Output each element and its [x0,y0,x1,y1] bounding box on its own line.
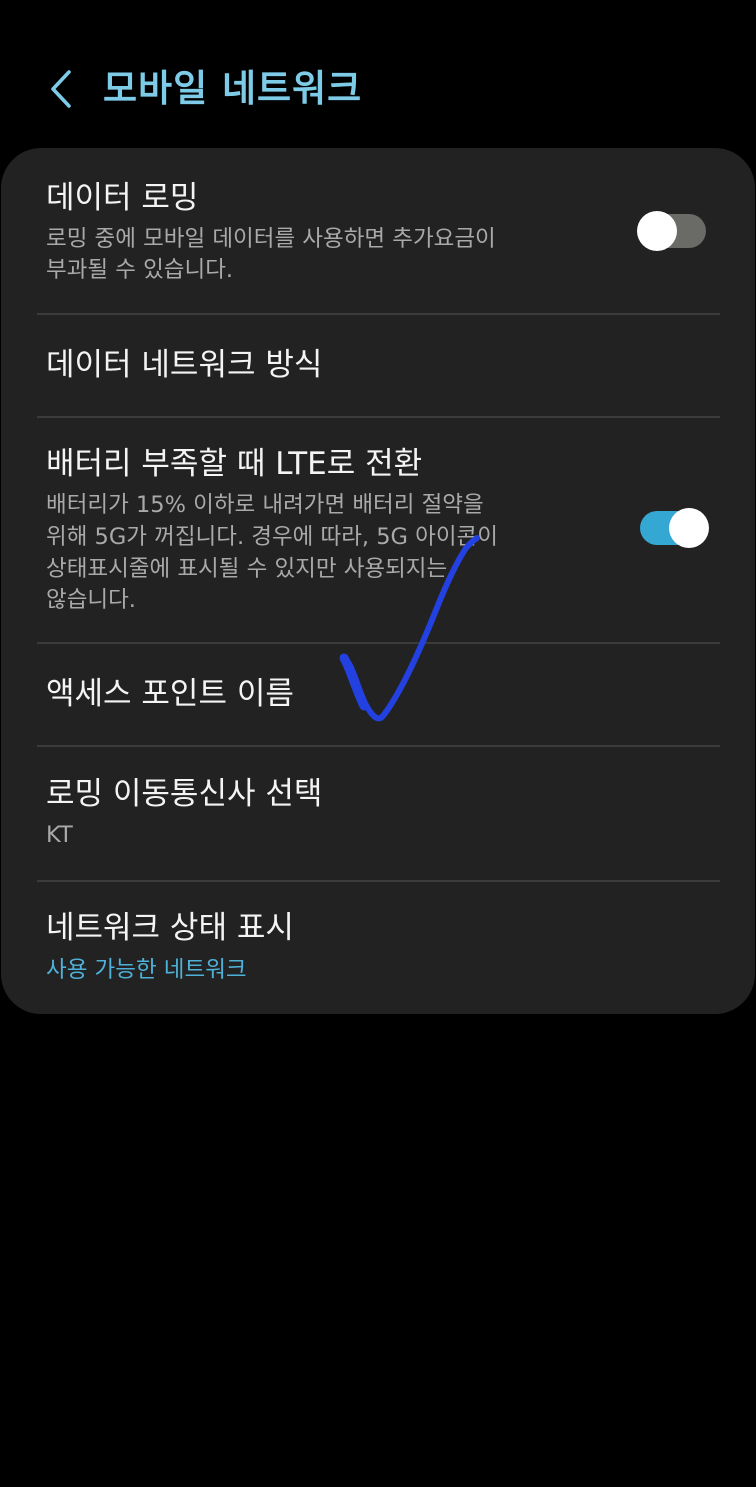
access-point-names-row[interactable]: 액세스 포인트 이름 [1,644,755,745]
lte-on-low-battery-title: 배터리 부족할 때 LTE로 전환 [46,446,423,482]
data-roaming-subtitle-line-2: 부과될 수 있습니다. [46,257,234,283]
lte-on-low-battery-row[interactable]: 배터리 부족할 때 LTE로 전환 배터리가 15% 이하로 내려가면 배터리 … [1,418,755,642]
page-title: 모바일 네트워크 [103,67,363,110]
back-button[interactable] [30,58,90,120]
toggle-knob [669,508,709,548]
chevron-left-icon [51,70,71,108]
data-roaming-row[interactable]: 데이터 로밍 로밍 중에 모바일 데이터를 사용하면 추가요금이 부과될 수 있… [1,148,755,313]
settings-card: 데이터 로밍 로밍 중에 모바일 데이터를 사용하면 추가요금이 부과될 수 있… [1,148,755,1014]
lte-on-low-battery-subtitle-line-3: 상태표시줄에 표시될 수 있지만 사용되지는 [46,556,448,582]
roaming-carrier-row[interactable]: 로밍 이동통신사 선택 KT [1,747,755,880]
toggle-knob [637,211,677,251]
access-point-names-title: 액세스 포인트 이름 [46,676,294,712]
data-network-mode-title: 데이터 네트워크 방식 [46,347,323,383]
lte-on-low-battery-subtitle-line-4: 않습니다. [46,587,136,613]
header-bar: 모바일 네트워크 [0,0,756,148]
data-roaming-title: 데이터 로밍 [46,180,199,216]
roaming-carrier-value: KT [46,822,73,848]
data-roaming-toggle[interactable] [637,211,706,251]
network-status-title: 네트워크 상태 표시 [46,910,294,946]
network-status-row[interactable]: 네트워크 상태 표시 사용 가능한 네트워크 [1,882,755,1014]
lte-on-low-battery-toggle[interactable] [640,508,709,548]
lte-on-low-battery-subtitle-line-1: 배터리가 15% 이하로 내려가면 배터리 절약을 [46,492,484,518]
data-roaming-subtitle-line-1: 로밍 중에 모바일 데이터를 사용하면 추가요금이 [46,226,496,252]
lte-on-low-battery-subtitle-line-2: 위해 5G가 꺼집니다. 경우에 따라, 5G 아이콘이 [46,524,498,550]
data-network-mode-row[interactable]: 데이터 네트워크 방식 [1,315,755,416]
roaming-carrier-title: 로밍 이동통신사 선택 [46,776,323,812]
network-status-value: 사용 가능한 네트워크 [46,957,247,983]
